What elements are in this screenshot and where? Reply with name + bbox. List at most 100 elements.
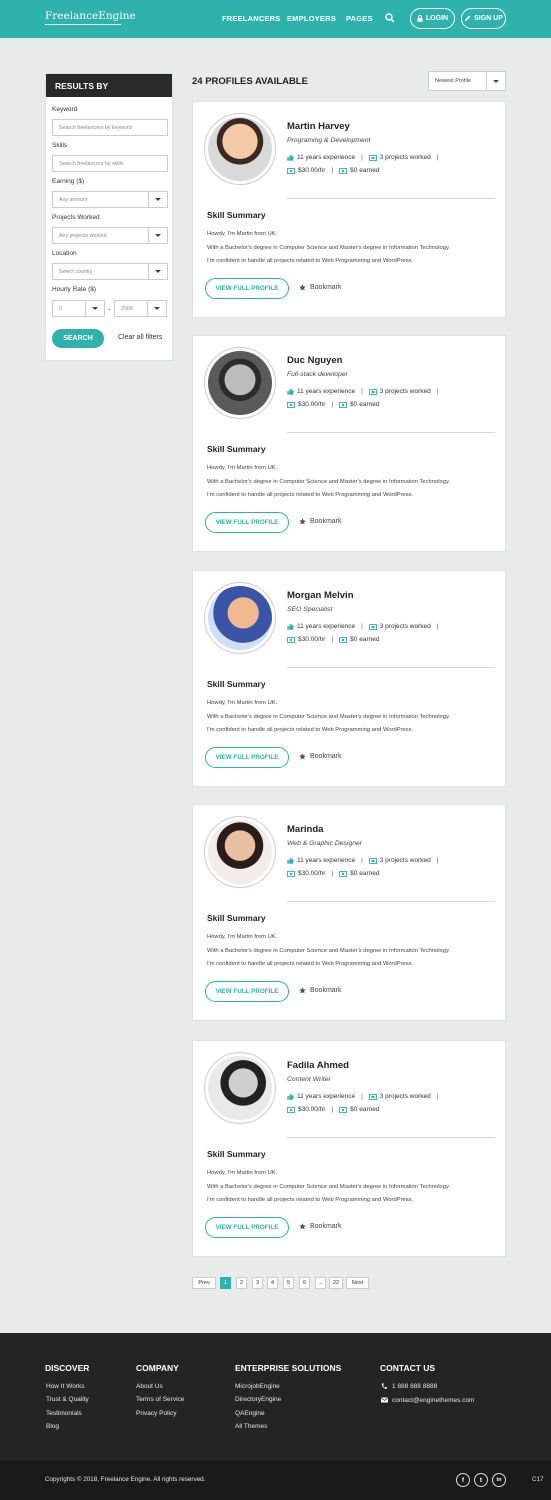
earned-text: $0 earned bbox=[350, 1106, 380, 1113]
skills-input[interactable]: Search freelancers by skills bbox=[52, 155, 168, 172]
experience-text: 11 years experience bbox=[297, 154, 356, 161]
bookmark-button[interactable]: Bookmark bbox=[299, 1223, 342, 1230]
view-profile-button[interactable]: VIEW FULL PROFILE bbox=[205, 981, 289, 1002]
profile-earnings: $30.00/hr | $0 earned bbox=[287, 167, 379, 174]
footer-link[interactable]: All Themes bbox=[235, 1423, 267, 1430]
divider bbox=[287, 198, 495, 199]
separator: | bbox=[436, 1093, 439, 1100]
page-button[interactable]: 5 bbox=[283, 1277, 294, 1289]
bookmark-label: Bookmark bbox=[310, 987, 342, 994]
footer-link[interactable]: How It Works bbox=[46, 1383, 85, 1390]
page-button[interactable]: 1 bbox=[220, 1277, 231, 1289]
login-button[interactable]: LOGIN bbox=[410, 8, 455, 29]
keyword-input[interactable]: Search freelancers by keyword bbox=[52, 119, 168, 136]
avatar[interactable] bbox=[204, 113, 276, 185]
avatar[interactable] bbox=[204, 582, 276, 654]
nav-employers[interactable]: EMPLOYERS bbox=[287, 14, 336, 23]
footer-link[interactable]: Terms of Service bbox=[136, 1396, 184, 1403]
bio-line: Howdy, I'm Martin from UK. bbox=[207, 1170, 278, 1176]
bookmark-button[interactable]: Bookmark bbox=[299, 284, 342, 291]
bookmark-button[interactable]: Bookmark bbox=[299, 753, 342, 760]
money-icon bbox=[287, 1106, 295, 1113]
search-button[interactable]: SEARCH bbox=[52, 329, 104, 348]
page-button[interactable]: 3 bbox=[252, 1277, 263, 1289]
facebook-icon[interactable]: f bbox=[456, 1473, 470, 1487]
site-logo[interactable]: FreelanceEngine bbox=[45, 10, 136, 22]
view-profile-button[interactable]: VIEW FULL PROFILE bbox=[205, 1217, 289, 1238]
sort-select[interactable]: Newest Profile bbox=[428, 71, 506, 91]
profile-role: Web & Graphic Designer bbox=[287, 840, 363, 847]
divider bbox=[287, 667, 495, 668]
nav-freelancers[interactable]: FREELANCERS bbox=[222, 14, 280, 23]
nav-pages[interactable]: PAGES bbox=[346, 14, 373, 23]
bio-line: Howdy, I'm Martin from UK. bbox=[207, 700, 278, 706]
chevron-down-icon bbox=[148, 264, 167, 279]
projects-text: 3 projects worked bbox=[379, 1093, 431, 1100]
view-profile-button[interactable]: VIEW FULL PROFILE bbox=[205, 512, 289, 533]
avatar[interactable] bbox=[204, 347, 276, 419]
signup-label: SIGN UP bbox=[474, 15, 503, 22]
footer-link[interactable]: Testimonials bbox=[46, 1410, 82, 1417]
thumbs-up-icon bbox=[287, 1093, 294, 1100]
footer-link[interactable]: DirectoryEngine bbox=[235, 1396, 281, 1403]
page-button[interactable]: 6 bbox=[299, 1277, 310, 1289]
footer-link[interactable]: About Us bbox=[136, 1383, 163, 1390]
bookmark-button[interactable]: Bookmark bbox=[299, 987, 342, 994]
money-icon bbox=[339, 167, 348, 174]
view-profile-button[interactable]: VIEW FULL PROFILE bbox=[205, 278, 289, 299]
profile-stats: 11 years experience | 3 projects worked … bbox=[287, 623, 441, 630]
footer-link[interactable]: Blog bbox=[46, 1423, 59, 1430]
footer-link[interactable]: Privacy Policy bbox=[136, 1410, 176, 1417]
contact-phone[interactable]: 1 888 888 8888 bbox=[392, 1383, 437, 1390]
footer-link[interactable]: MicrojobEngine bbox=[235, 1383, 280, 1390]
clear-filters-link[interactable]: Clear all filters bbox=[118, 334, 162, 341]
profile-name[interactable]: Martin Harvey bbox=[287, 121, 350, 132]
skill-summary-title: Skill Summary bbox=[207, 679, 266, 689]
money-icon bbox=[339, 1106, 348, 1113]
projects-icon bbox=[368, 388, 377, 395]
money-icon bbox=[287, 636, 295, 643]
earned-text: $0 earned bbox=[350, 401, 380, 408]
twitter-icon[interactable]: t bbox=[474, 1473, 488, 1487]
page-button[interactable]: 2 bbox=[236, 1277, 247, 1289]
location-select[interactable]: Select country bbox=[52, 263, 168, 280]
sidebar-title: RESULTS BY bbox=[46, 74, 172, 97]
next-page-button[interactable]: Next bbox=[346, 1277, 369, 1289]
separator: | bbox=[331, 401, 334, 408]
bookmark-button[interactable]: Bookmark bbox=[299, 518, 342, 525]
projects-text: 3 projects worked bbox=[379, 857, 431, 864]
contact-email[interactable]: contact@enginethemes.com bbox=[392, 1397, 474, 1404]
profile-name[interactable]: Marinda bbox=[287, 824, 323, 835]
view-profile-button[interactable]: VIEW FULL PROFILE bbox=[205, 747, 289, 768]
thumbs-up-icon bbox=[287, 857, 294, 864]
profile-name[interactable]: Fadila Ahmed bbox=[287, 1060, 349, 1071]
money-icon bbox=[339, 401, 348, 408]
divider bbox=[287, 432, 495, 433]
profile-name[interactable]: Morgan Melvin bbox=[287, 590, 354, 601]
projects-text: 3 projects worked bbox=[379, 388, 431, 395]
skill-summary-title: Skill Summary bbox=[207, 210, 266, 220]
bio-line: Howdy, I'm Martin from UK. bbox=[207, 465, 278, 471]
earning-value: Any amount bbox=[59, 197, 88, 203]
avatar[interactable] bbox=[204, 816, 276, 888]
earning-select[interactable]: Any amount bbox=[52, 191, 168, 208]
separator: | bbox=[361, 154, 363, 161]
rate-separator: - bbox=[108, 307, 111, 314]
projects-select[interactable]: Any projects worked bbox=[52, 227, 168, 244]
signup-button[interactable]: SIGN UP bbox=[461, 8, 506, 29]
avatar[interactable] bbox=[204, 1052, 276, 1124]
bio-line: With a Bachelor's degree in Computer Sci… bbox=[207, 714, 451, 720]
profile-name[interactable]: Duc Nguyen bbox=[287, 355, 342, 366]
linkedin-icon[interactable]: in bbox=[492, 1473, 506, 1487]
projects-text: 3 projects worked bbox=[379, 623, 431, 630]
rate-min-value: 0 bbox=[59, 306, 62, 312]
footer-link[interactable]: QAEngine bbox=[235, 1410, 265, 1417]
star-icon bbox=[299, 1223, 306, 1230]
page-button[interactable]: 4 bbox=[267, 1277, 278, 1289]
rate-max-select[interactable]: 2500 bbox=[114, 300, 167, 317]
rate-min-select[interactable]: 0 bbox=[52, 300, 105, 317]
page-button[interactable]: 22 bbox=[329, 1277, 343, 1289]
search-icon[interactable] bbox=[385, 13, 395, 23]
prev-page-button[interactable]: Prev bbox=[192, 1277, 216, 1289]
footer-link[interactable]: Trust & Quality bbox=[46, 1396, 89, 1403]
